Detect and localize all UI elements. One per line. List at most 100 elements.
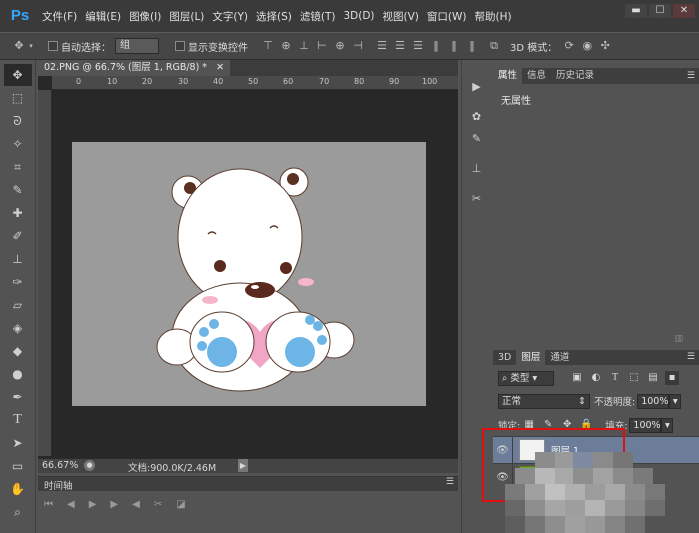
path-select-tool-icon[interactable]: ➤ — [4, 432, 32, 454]
timeline-tab[interactable]: 时间轴 — [44, 478, 73, 492]
panel-menu-icon[interactable]: ☰ — [687, 68, 695, 84]
opacity-input[interactable]: 100% — [637, 393, 670, 409]
crop-tool-icon[interactable]: ⌗ — [4, 156, 32, 178]
filter-shape-icon[interactable]: ⬚ — [627, 371, 641, 385]
canvas-area[interactable] — [52, 90, 458, 456]
filter-toggle-icon[interactable]: ▪ — [665, 371, 679, 385]
marquee-tool-icon[interactable]: ⬚ — [4, 87, 32, 109]
auto-align-icon[interactable]: ⧉ — [488, 40, 500, 52]
chevron-down-icon[interactable]: ▾ — [28, 40, 34, 52]
menu-layer[interactable]: 图层(L) — [169, 9, 204, 24]
align-right-icon[interactable]: ⊣ — [352, 40, 364, 52]
ruler-tick: 80 — [354, 77, 365, 86]
distribute-top-icon[interactable]: ☰ — [376, 40, 388, 52]
filter-pixel-icon[interactable]: ▣ — [570, 371, 584, 385]
filter-smart-icon[interactable]: ▤ — [646, 371, 660, 385]
healing-brush-tool-icon[interactable]: ✚ — [4, 202, 32, 224]
play-icon[interactable]: ▶ — [89, 499, 97, 510]
pen-tool-icon[interactable]: ✒ — [4, 386, 32, 408]
brush-tool-icon[interactable]: ✐ — [4, 225, 32, 247]
3d-rotate-icon[interactable]: ⟳ — [563, 40, 575, 52]
menu-select[interactable]: 选择(S) — [256, 9, 292, 24]
close-icon[interactable]: ✕ — [673, 4, 695, 18]
panel-menu-icon[interactable]: ☰ — [687, 350, 695, 365]
distribute-hcenter-icon[interactable]: ‖ — [448, 40, 460, 52]
menu-3d[interactable]: 3D(D) — [343, 10, 374, 22]
align-top-icon[interactable]: ⊤ — [262, 40, 274, 52]
opacity-stepper[interactable]: ▾ — [669, 393, 682, 409]
dodge-tool-icon[interactable]: ● — [4, 363, 32, 385]
type-tool-icon[interactable]: T — [4, 409, 32, 431]
align-hcenter-icon[interactable]: ⊕ — [334, 40, 346, 52]
audio-icon[interactable]: ◀ — [132, 499, 140, 510]
minimize-icon[interactable]: ▬ — [625, 4, 647, 18]
align-left-icon[interactable]: ⊢ — [316, 40, 328, 52]
distribute-bottom-icon[interactable]: ☰ — [412, 40, 424, 52]
hand-tool-icon[interactable]: ✋ — [4, 478, 32, 500]
canvas-image[interactable] — [72, 142, 426, 406]
brush-icon[interactable]: ✎ — [465, 128, 489, 150]
lasso-tool-icon[interactable]: ᘐ — [4, 110, 32, 132]
next-frame-icon[interactable]: ▶ — [110, 499, 118, 510]
fill-stepper[interactable]: ▾ — [661, 417, 674, 433]
3d-pan-icon[interactable]: ✣ — [599, 40, 611, 52]
play-actions-icon[interactable]: ▶ — [465, 76, 489, 98]
tab-history[interactable]: 历史记录 — [551, 68, 599, 84]
opacity-label: 不透明度: — [594, 397, 636, 408]
align-bottom-icon[interactable]: ⊥ — [298, 40, 310, 52]
maximize-icon[interactable]: ☐ — [649, 4, 671, 18]
quick-select-tool-icon[interactable]: ✧ — [4, 133, 32, 155]
split-icon[interactable]: ✂ — [154, 499, 162, 510]
move-tool-icon[interactable]: ✥ — [3, 64, 32, 86]
tab-channels[interactable]: 通道 — [545, 350, 574, 365]
auto-select-dropdown[interactable]: 组 — [115, 38, 159, 54]
share-icon[interactable]: ● — [84, 460, 95, 471]
eyedropper-tool-icon[interactable]: ✎ — [4, 179, 32, 201]
clone-stamp-tool-icon[interactable]: ⊥ — [4, 248, 32, 270]
eraser-tool-icon[interactable]: ▱ — [4, 294, 32, 316]
menu-filter[interactable]: 滤镜(T) — [300, 9, 336, 24]
tab-3d[interactable]: 3D — [493, 350, 516, 365]
move-tool-icon[interactable]: ✥ — [10, 40, 28, 52]
menu-window[interactable]: 窗口(W) — [427, 9, 467, 24]
transition-icon[interactable]: ◪ — [176, 499, 185, 510]
layer-filter-dropdown[interactable]: ⌕ 类型 ▾ — [498, 370, 554, 386]
clone-source-icon[interactable]: ⊥ — [465, 158, 489, 180]
status-arrow-icon[interactable]: ▶ — [238, 459, 248, 472]
menu-help[interactable]: 帮助(H) — [475, 9, 512, 24]
distribute-right-icon[interactable]: ‖ — [466, 40, 478, 52]
tool-preset-icon[interactable]: ✂ — [465, 188, 489, 210]
close-tab-icon[interactable]: ✕ — [216, 62, 224, 73]
zoom-level[interactable]: 66.67% — [42, 460, 78, 471]
align-vcenter-icon[interactable]: ⊕ — [280, 40, 292, 52]
paint-bucket-tool-icon[interactable]: ◈ — [4, 317, 32, 339]
blend-mode-value: 正常 — [502, 395, 522, 407]
zoom-tool-icon[interactable]: ⌕ — [4, 501, 32, 523]
menu-edit[interactable]: 编辑(E) — [85, 9, 121, 24]
auto-select-checkbox[interactable] — [48, 41, 58, 51]
prev-frame-icon[interactable]: ◀ — [67, 499, 75, 510]
panel-menu-icon[interactable]: ☰ — [446, 477, 454, 487]
brush-preset-icon[interactable]: ✿ — [465, 106, 489, 128]
show-transform-checkbox[interactable] — [175, 41, 185, 51]
filter-type-icon[interactable]: T — [608, 371, 622, 385]
blend-mode-dropdown[interactable]: 正常 ⇕ — [498, 393, 590, 409]
fill-input[interactable]: 100% — [629, 417, 662, 433]
shape-tool-icon[interactable]: ▭ — [4, 455, 32, 477]
history-brush-tool-icon[interactable]: ✑ — [4, 271, 32, 293]
tab-layers[interactable]: 图层 — [516, 350, 546, 365]
menu-type[interactable]: 文字(Y) — [212, 9, 248, 24]
menu-image[interactable]: 图像(I) — [129, 9, 161, 24]
3d-roll-icon[interactable]: ◉ — [581, 40, 593, 52]
menu-file[interactable]: 文件(F) — [42, 9, 77, 24]
document-tab[interactable]: 02.PNG @ 66.7% (图层 1, RGB/8) * ✕ — [38, 60, 231, 76]
filter-adjustment-icon[interactable]: ◐ — [589, 371, 603, 385]
blur-tool-icon[interactable]: ◆ — [4, 340, 32, 362]
first-frame-icon[interactable]: ⏮ — [44, 499, 53, 510]
menu-view[interactable]: 视图(V) — [383, 9, 419, 24]
trash-icon[interactable]: ▥ — [674, 334, 683, 344]
distribute-vcenter-icon[interactable]: ☰ — [394, 40, 406, 52]
tab-info[interactable]: 信息 — [522, 68, 551, 84]
distribute-left-icon[interactable]: ‖ — [430, 40, 442, 52]
tab-properties[interactable]: 属性 — [493, 68, 523, 84]
